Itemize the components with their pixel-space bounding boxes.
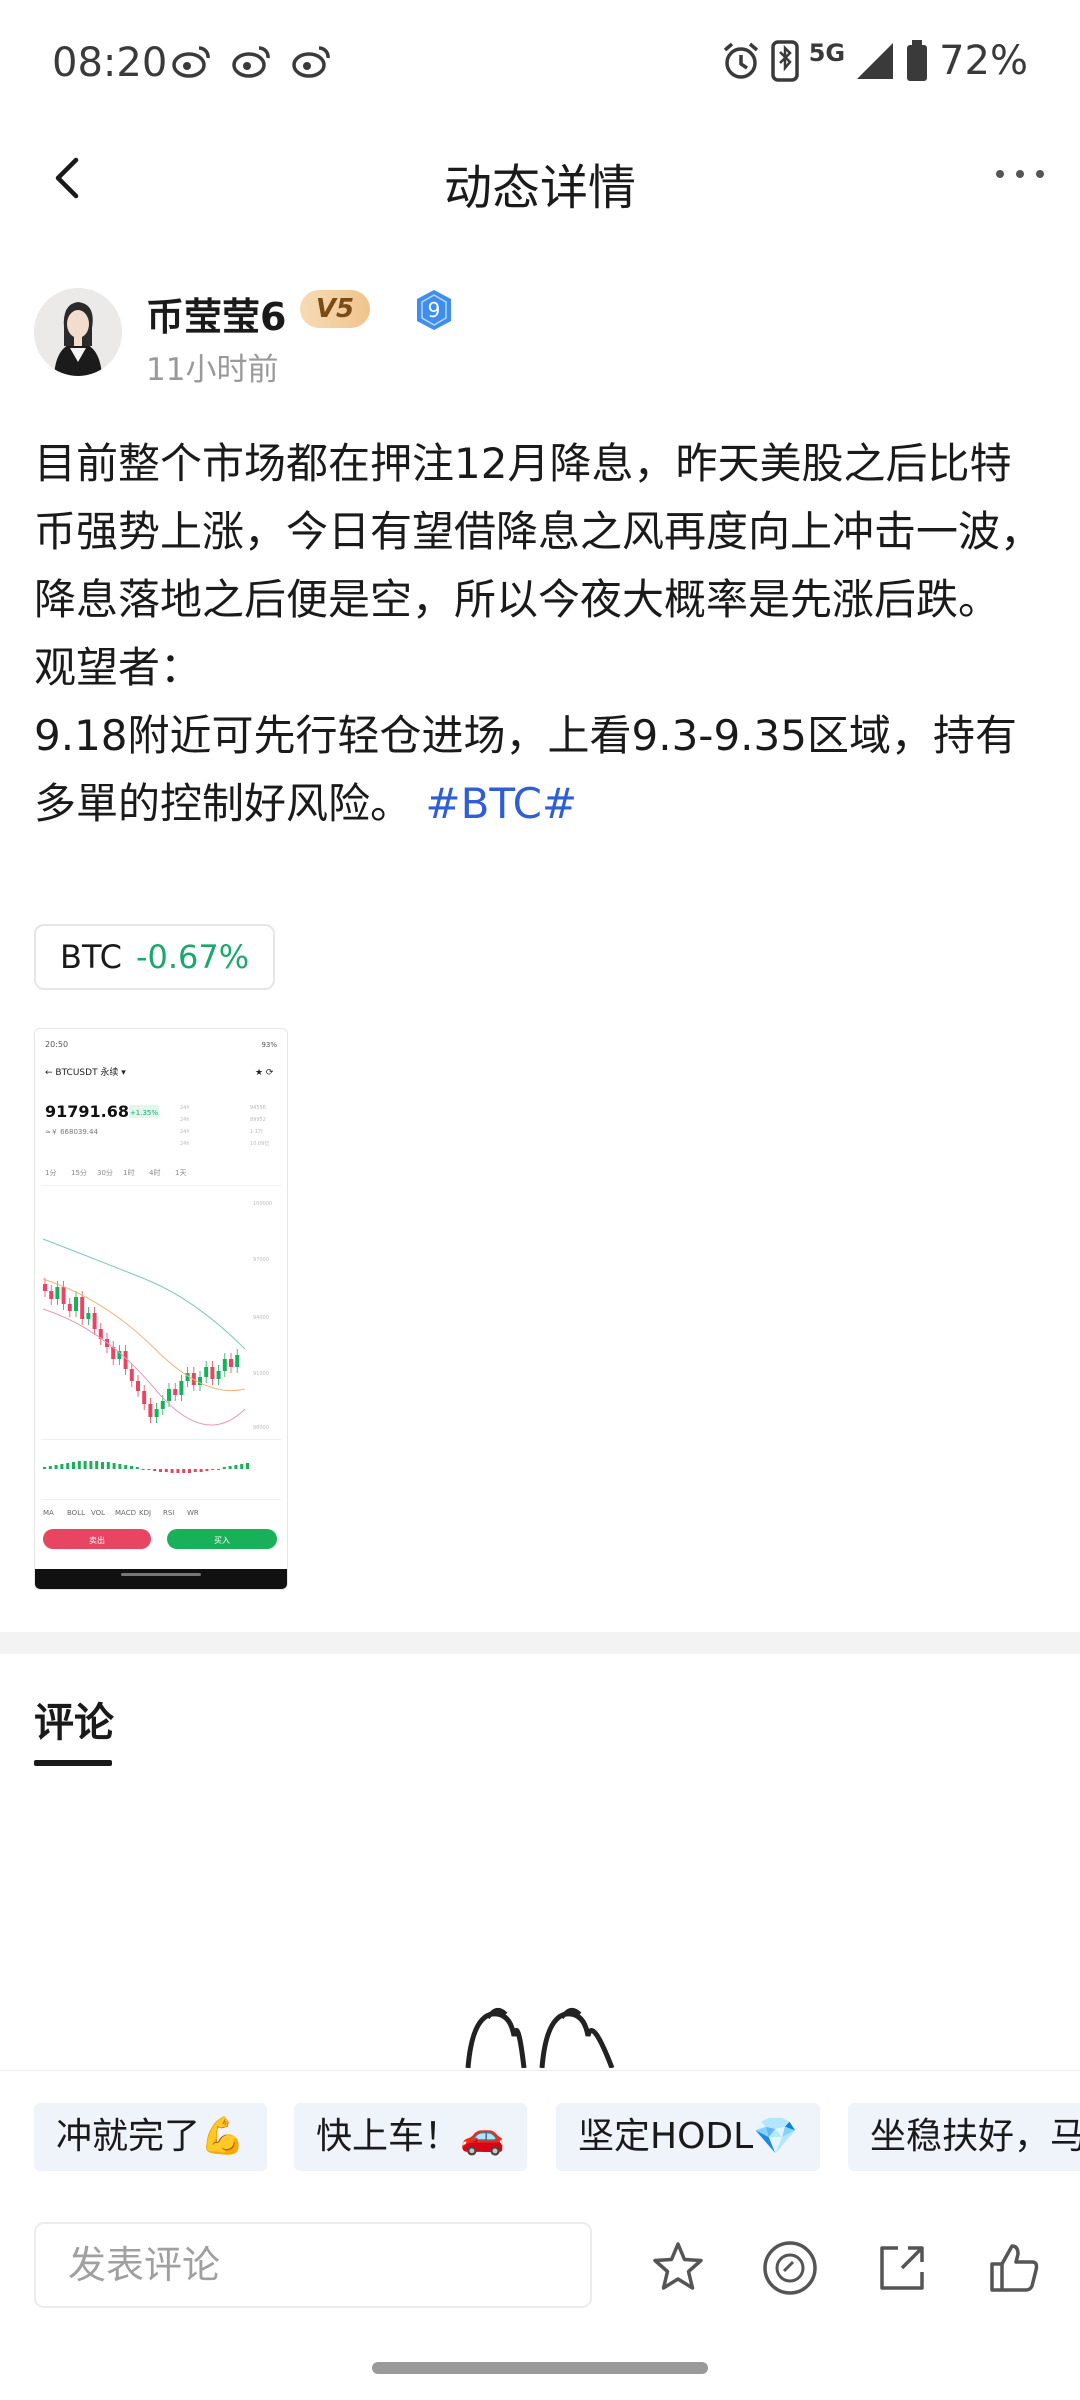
post-paragraph: 9.18附近可先行轻仓进场，上看9.3-9.35区域，持有多單的控制好风险。 #… — [34, 702, 1044, 838]
thumb-interval: 30分 — [97, 1168, 113, 1177]
thumb-price: 91791.68 — [45, 1102, 129, 1121]
thumb-interval: 1分 — [45, 1168, 56, 1177]
thumb-buy: 买入 — [214, 1536, 230, 1545]
star-icon[interactable] — [648, 2238, 708, 2298]
tab-comments[interactable]: 评论 — [34, 1690, 114, 1748]
coin-change: -0.67% — [135, 938, 250, 976]
home-indicator — [372, 2362, 708, 2374]
avatar-image — [34, 288, 122, 376]
quick-reply-chip[interactable]: 冲就完了💪 — [34, 2103, 267, 2171]
quick-reply-bar: 冲就完了💪 快上车！🚗 坚定HODL💎 坐稳扶好，马 — [0, 2070, 1080, 2181]
svg-text:24h: 24h — [180, 1129, 190, 1135]
weibo-icon — [292, 46, 330, 78]
thumb-status-time: 20:50 — [45, 1040, 68, 1049]
network-type: 5G — [808, 39, 846, 67]
thumb-tab: VOL — [91, 1509, 105, 1517]
status-time: 08:20 — [52, 40, 168, 86]
quick-reply-chip[interactable]: 坐稳扶好，马 — [848, 2103, 1080, 2171]
coin-symbol: BTC — [60, 938, 122, 976]
avatar[interactable] — [34, 288, 122, 376]
empty-comments-illustration — [465, 2007, 615, 2068]
comment-bar: 发表评论 — [0, 2180, 1080, 2340]
thumb-tab: BOLL — [67, 1509, 85, 1517]
thumb-star-icon: ★ ⟳ — [255, 1068, 274, 1078]
svg-text:10.09亿: 10.09亿 — [250, 1140, 269, 1147]
svg-text:24h: 24h — [180, 1105, 190, 1111]
thumb-interval: 1天 — [175, 1169, 186, 1177]
weibo-icon — [172, 46, 210, 78]
chart-screenshot: 20:50 93% ← BTCUSDT 永续 ▾ ★ ⟳ 91791.68 +1… — [35, 1029, 287, 1589]
thumb-fiat: ≈￥ 668039.44 — [45, 1128, 98, 1136]
svg-text:← BTCUSDT 永续 ▾: ← BTCUSDT 永续 ▾ — [45, 1066, 126, 1078]
svg-text:91000: 91000 — [253, 1371, 269, 1377]
alarm-icon — [723, 42, 758, 79]
page-title: 动态详情 — [443, 160, 636, 216]
svg-text:24h: 24h — [180, 1141, 190, 1147]
post-paragraph: 目前整个市场都在押注12月降息，昨天美股之后比特币强势上涨，今日有望借降息之风再… — [34, 439, 1043, 624]
author-name[interactable]: 币莹莹6 — [146, 286, 286, 341]
battery-icon — [907, 40, 928, 81]
svg-text:88000: 88000 — [253, 1425, 269, 1431]
thumb-tab: WR — [187, 1509, 199, 1517]
thumb-interval: 15分 — [71, 1168, 87, 1177]
level-number: 9 — [428, 298, 441, 322]
tab-underline — [34, 1760, 112, 1766]
svg-text:97000: 97000 — [253, 1257, 269, 1263]
thumb-tab: MA — [43, 1509, 54, 1517]
svg-text:1.1万: 1.1万 — [250, 1129, 263, 1135]
thumb-tab: MACD — [115, 1509, 136, 1517]
thumb-pair: BTCUSDT 永续 — [55, 1066, 118, 1078]
author-block: 币莹莹6 V5 9 11小时前 — [34, 284, 1034, 388]
quick-reply-chip[interactable]: 坚定HODL💎 — [556, 2103, 821, 2171]
thumb-tab: KDJ — [139, 1509, 151, 1517]
status-right: 5G 72% — [721, 38, 1028, 84]
thumb-battery: 93% — [261, 1041, 277, 1049]
post-image[interactable]: 20:50 93% ← BTCUSDT 永续 ▾ ★ ⟳ 91791.68 +1… — [34, 1028, 288, 1590]
coin-icon[interactable] — [760, 2238, 820, 2298]
svg-text:94556: 94556 — [250, 1105, 266, 1111]
thumb-interval: 4时 — [149, 1168, 160, 1177]
svg-text:94000: 94000 — [253, 1315, 269, 1321]
svg-text:24h: 24h — [180, 1117, 190, 1123]
bluetooth-icon — [770, 40, 799, 82]
post-paragraph: 观望者： — [34, 643, 203, 692]
hashtag-link[interactable]: #BTC# — [425, 779, 577, 828]
thumb-change: +1.35% — [130, 1109, 158, 1117]
vip-badge: V5 — [300, 290, 370, 328]
quick-reply-chip[interactable]: 快上车！🚗 — [294, 2103, 527, 2171]
coin-chip[interactable]: BTC -0.67% — [34, 924, 276, 990]
svg-text:100000: 100000 — [253, 1201, 272, 1207]
battery-level: 72% — [939, 38, 1028, 84]
app-header: 动态详情 — [0, 128, 1080, 228]
thumb-sell: 卖出 — [89, 1535, 105, 1545]
section-divider — [0, 1632, 1080, 1654]
thumb-interval: 1时 — [123, 1168, 134, 1177]
level-badge: 9 — [417, 290, 451, 330]
post-body: 目前整个市场都在押注12月降息，昨天美股之后比特币强势上涨，今日有望借降息之风再… — [34, 430, 1044, 838]
comment-input[interactable]: 发表评论 — [34, 2222, 592, 2308]
svg-text:89952: 89952 — [250, 1117, 266, 1123]
signal-icon — [857, 43, 894, 79]
like-icon[interactable] — [984, 2238, 1044, 2298]
weibo-icon — [232, 46, 270, 78]
share-icon[interactable] — [872, 2238, 932, 2298]
status-bar: 08:20 5G 72% — [0, 0, 1080, 128]
thumb-tab: RSI — [163, 1509, 174, 1517]
more-options-icon[interactable] — [990, 154, 1050, 194]
post-time: 11小时前 — [146, 352, 279, 388]
